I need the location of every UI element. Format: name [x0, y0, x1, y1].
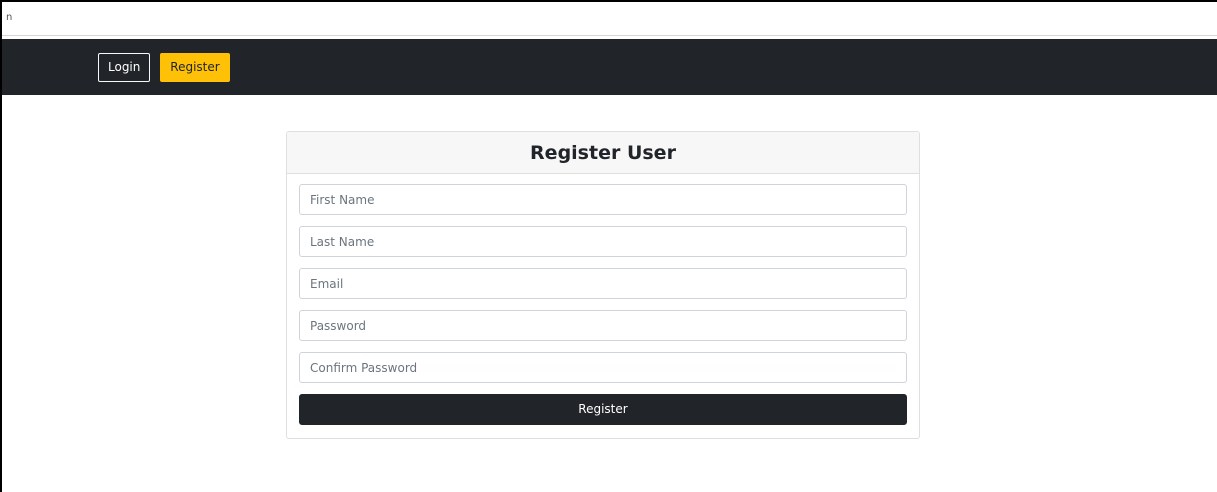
register-card: Register User Register: [286, 131, 920, 439]
top-navbar: Login Register: [2, 39, 1217, 95]
login-nav-button[interactable]: Login: [98, 53, 150, 82]
last-name-input[interactable]: [299, 226, 907, 257]
register-nav-button[interactable]: Register: [160, 53, 230, 82]
first-name-input[interactable]: [299, 184, 907, 215]
email-input[interactable]: [299, 268, 907, 299]
browser-frame: n Login Register Register User Register: [0, 0, 1217, 492]
password-input[interactable]: [299, 310, 907, 341]
browser-address-strip: n: [2, 2, 1217, 36]
address-bar-text: n: [6, 12, 13, 23]
confirm-password-input[interactable]: [299, 352, 907, 383]
register-submit-button[interactable]: Register: [299, 394, 907, 425]
register-card-title: Register User: [530, 142, 676, 164]
register-card-header: Register User: [287, 132, 919, 174]
